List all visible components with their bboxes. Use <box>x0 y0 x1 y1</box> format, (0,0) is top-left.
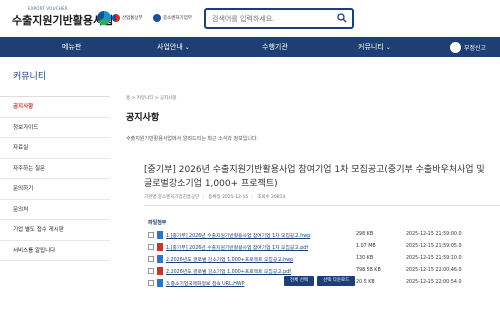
hwp-icon <box>157 279 163 287</box>
logo-emblem-icon <box>97 11 111 25</box>
nav-item-business[interactable]: 사업안내 ⌄ <box>157 37 190 57</box>
page-title: 공지사항 <box>126 113 160 123</box>
nav-item-menu[interactable]: 메뉴판 <box>62 37 81 57</box>
report-label: 부정신고 <box>464 44 487 52</box>
hwp-icon <box>157 231 163 239</box>
attachment-row: 2.2026년도 글로벌 강소기업 1,000+프로젝트 모집공고.hwp 13… <box>148 255 498 265</box>
attachment-link[interactable]: 1.[중기부] 2026년 수출지원기반활용사업 참여기업 1차 모집공고.hw… <box>166 232 310 239</box>
search-icon[interactable] <box>337 13 347 23</box>
attachment-size: 798.58 KB <box>356 268 381 273</box>
gov-ministry-1-label: 산업통상부 <box>122 16 143 21</box>
report-link[interactable]: 부정신고 <box>450 37 486 57</box>
attachment-link[interactable]: 2.2026년도 글로벌 강소기업 1,000+프로젝트 모집공고.pdf <box>166 268 291 275</box>
attachment-checkbox[interactable] <box>148 280 154 286</box>
divider <box>144 205 500 206</box>
pdf-icon <box>157 243 163 251</box>
main-nav: 메뉴판 사업안내 ⌄ 수행기관 커뮤니티 ⌄ 부정신고 <box>0 37 500 57</box>
sidebar-title: 커뮤니티 <box>0 57 110 97</box>
attachment-date: 2025-12-15 21:59:10.0 <box>406 256 462 261</box>
sidebar-item-service[interactable]: 서비스를 알립니다 <box>0 241 110 261</box>
taegeuk-icon <box>112 14 120 22</box>
gov-ministry-2-label: 중소벤처기업부 <box>163 16 192 21</box>
attachment-actions: 전체 선택 선택 다운로드 <box>284 276 356 286</box>
sidebar-item-inquiry[interactable]: 문의하기 <box>0 179 110 200</box>
top-header: EXPORT VOUCHER 수출지원기반활용사업 산업통상부 중소벤처기업부 <box>0 0 500 36</box>
attachment-date: 2025-12-15 21:59:05.0 <box>406 244 462 249</box>
post-views: 조회수 20814 <box>257 195 286 200</box>
gov-ministry-1[interactable]: 산업통상부 <box>112 12 143 24</box>
sidebar-item-contact[interactable]: 문의처 <box>0 200 110 220</box>
page-description: 수출지원기반활용사업에서 알려드리는 최근 소식과 정보입니다. <box>126 136 259 142</box>
sidebar-item-notice[interactable]: 공지사항 <box>0 97 110 118</box>
sidebar: 커뮤니티 공지사항 정보가이드 자료실 자주하는 질문 문의하기 문의처 기업 … <box>0 57 110 322</box>
attachments-heading: 파일첨부 <box>148 220 167 226</box>
post-date: 등록일 2025-12-15 <box>208 195 249 200</box>
attachment-date: 2025-12-15 21:59:00.0 <box>406 232 462 237</box>
attachment-checkbox[interactable] <box>148 232 154 238</box>
ministry-icon <box>153 14 161 22</box>
report-icon <box>450 41 461 53</box>
search-input[interactable] <box>212 12 332 25</box>
board-title: [중기부] 2026년 수출지원기반활용사업 참여기업 1차 모집공고(중기부 … <box>144 165 485 189</box>
attachment-link[interactable]: 3.중소기업국제화정보 접속 URL.HWP <box>166 280 244 287</box>
sidebar-item-archive[interactable]: 자료실 <box>0 138 110 159</box>
download-selected-button[interactable]: 선택 다운로드 <box>317 276 356 286</box>
attachment-checkbox[interactable] <box>148 256 154 262</box>
logo-subtitle: EXPORT VOUCHER <box>28 6 68 11</box>
nav-item-label: 사업안내 <box>157 43 183 51</box>
post-meta: 기관명 중소벤처기업진흥공단 | 등록일 2025-12-15 | 조회수 2081… <box>144 195 286 200</box>
select-all-button[interactable]: 전체 선택 <box>284 276 314 286</box>
attachment-size: 130 KB <box>356 256 374 261</box>
sidebar-item-guide[interactable]: 정보가이드 <box>0 118 110 138</box>
nav-item-agency[interactable]: 수행기관 <box>262 37 288 57</box>
attachment-date: 2025-12-15 22:00:54.0 <box>406 280 462 285</box>
attachment-row: 1.[중기부] 2026년 수출지원기반활용사업 참여기업 1차 모집공고.hw… <box>148 231 498 241</box>
nav-item-community[interactable]: 커뮤니티 ⌄ <box>358 37 391 57</box>
attachment-size: 20.5 KB <box>356 280 375 285</box>
nav-item-label: 메뉴판 <box>62 43 82 51</box>
site-logo[interactable]: EXPORT VOUCHER 수출지원기반활용사업 <box>12 6 113 32</box>
nav-item-label: 수행기관 <box>262 43 288 51</box>
attachment-date: 2025-12-15 22:00:46.0 <box>406 268 462 273</box>
search-box <box>204 8 354 29</box>
breadcrumb: 홈 > 커뮤니티 > 공지사항 <box>126 96 177 101</box>
attachment-row: 1.[중기부] 2026년 수출지원기반활용사업 참여기업 1차 모집공고.pd… <box>148 243 498 253</box>
attachment-checkbox[interactable] <box>148 244 154 250</box>
nav-item-label: 커뮤니티 <box>358 43 384 51</box>
post-author: 기관명 중소벤처기업진흥공단 <box>144 195 200 200</box>
gov-ministry-2[interactable]: 중소벤처기업부 <box>153 12 192 24</box>
attachment-size: 298 KB <box>356 232 374 237</box>
attachment-size: 1.07 MB <box>356 244 376 249</box>
sidebar-item-faq[interactable]: 자주하는 질문 <box>0 159 110 179</box>
chevron-down-icon: ⌄ <box>184 44 190 51</box>
attachment-link[interactable]: 1.[중기부] 2026년 수출지원기반활용사업 참여기업 1차 모집공고.pd… <box>166 244 308 251</box>
sidebar-item-board[interactable]: 기업 별도 접수 게시판 <box>0 220 110 241</box>
attachment-checkbox[interactable] <box>148 268 154 274</box>
attachment-link[interactable]: 2.2026년도 글로벌 강소기업 1,000+프로젝트 모집공고.hwp <box>166 256 293 263</box>
chevron-down-icon: ⌄ <box>385 44 391 51</box>
hwp-icon <box>157 255 163 263</box>
pdf-icon <box>157 267 163 275</box>
